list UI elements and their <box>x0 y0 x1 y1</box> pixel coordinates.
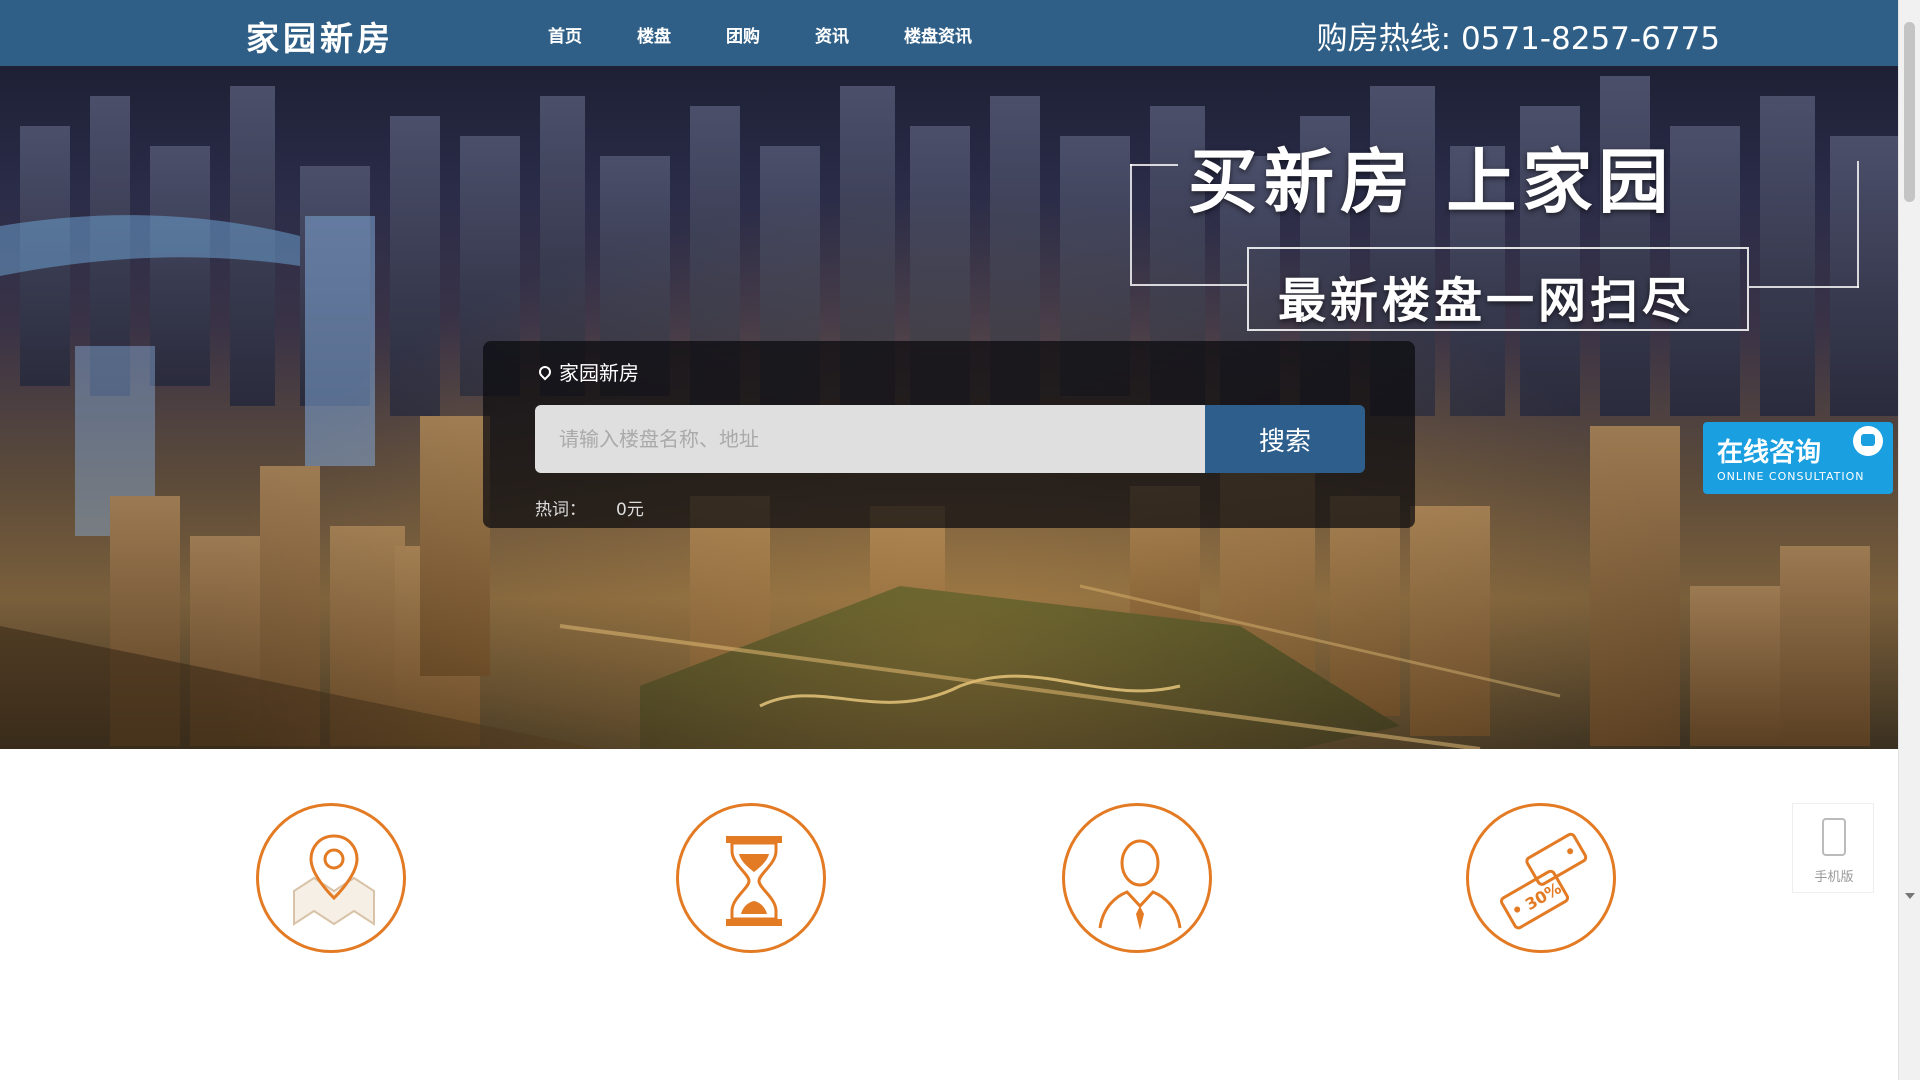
nav-item-group-buy[interactable]: 团购 <box>726 22 760 47</box>
search-panel: 家园新房 搜索 热词： 0元 <box>483 341 1415 528</box>
page: 家园新房 首页 楼盘 团购 资讯 楼盘资讯 购房热线: 0571-8257-67… <box>0 0 1920 1080</box>
hot-word-link[interactable]: 0元 <box>616 495 644 520</box>
mobile-version-label: 手机版 <box>1814 870 1854 885</box>
decor-line <box>1130 164 1132 284</box>
scroll-down-arrow-icon[interactable] <box>1905 893 1915 899</box>
feature-agent[interactable] <box>1062 803 1212 953</box>
location-pin-icon <box>536 363 554 381</box>
hero-slogan: 买新房 上家园 <box>1188 141 1675 223</box>
nav-item-properties[interactable]: 楼盘 <box>637 22 671 47</box>
mobile-version-button[interactable]: 手机版 <box>1792 803 1874 893</box>
search-input[interactable] <box>535 405 1205 473</box>
mobile-phone-icon <box>1822 818 1846 856</box>
hotline: 购房热线: 0571-8257-6775 <box>1316 21 1720 57</box>
agent-person-icon <box>1098 839 1182 930</box>
feature-map-location[interactable] <box>256 803 406 953</box>
top-navigation-bar: 家园新房 首页 楼盘 团购 资讯 楼盘资讯 购房热线: 0571-8257-67… <box>0 0 1898 66</box>
chat-bubble-icon <box>1853 426 1883 456</box>
map-location-icon <box>293 834 375 926</box>
hot-words-label: 热词： <box>535 500 586 520</box>
nav-item-home[interactable]: 首页 <box>548 22 582 47</box>
nav-item-property-news[interactable]: 楼盘资讯 <box>904 22 972 47</box>
vertical-scrollbar[interactable] <box>1898 0 1920 1080</box>
decor-line <box>1130 284 1247 286</box>
location-label: 家园新房 <box>559 361 639 385</box>
online-consultation-button[interactable]: 在线咨询 ONLINE CONSULTATION <box>1703 422 1893 494</box>
main-nav: 首页 楼盘 团购 资讯 楼盘资讯 <box>548 22 1027 47</box>
feature-discount[interactable]: 30% <box>1466 803 1616 953</box>
search-button[interactable]: 搜索 <box>1205 405 1365 473</box>
consultation-subtitle: ONLINE CONSULTATION <box>1717 470 1865 483</box>
location-selector[interactable]: 家园新房 <box>536 357 639 386</box>
nav-item-news[interactable]: 资讯 <box>815 22 849 47</box>
hero-banner: 买新房 上家园 最新楼盘一网扫尽 家园新房 搜索 热词： 0元 <box>0 66 1898 749</box>
hero-subslogan: 最新楼盘一网扫尽 <box>1278 273 1695 329</box>
decor-line <box>1749 286 1859 288</box>
site-logo[interactable]: 家园新房 <box>246 12 394 60</box>
scrollbar-thumb[interactable] <box>1904 22 1915 202</box>
decor-line <box>1857 161 1859 288</box>
hourglass-icon <box>726 836 782 926</box>
decor-line <box>1130 164 1178 166</box>
discount-tag-icon: 30% <box>1499 832 1588 930</box>
consultation-title: 在线咨询 <box>1717 438 1822 468</box>
feature-hourglass[interactable] <box>676 803 826 953</box>
